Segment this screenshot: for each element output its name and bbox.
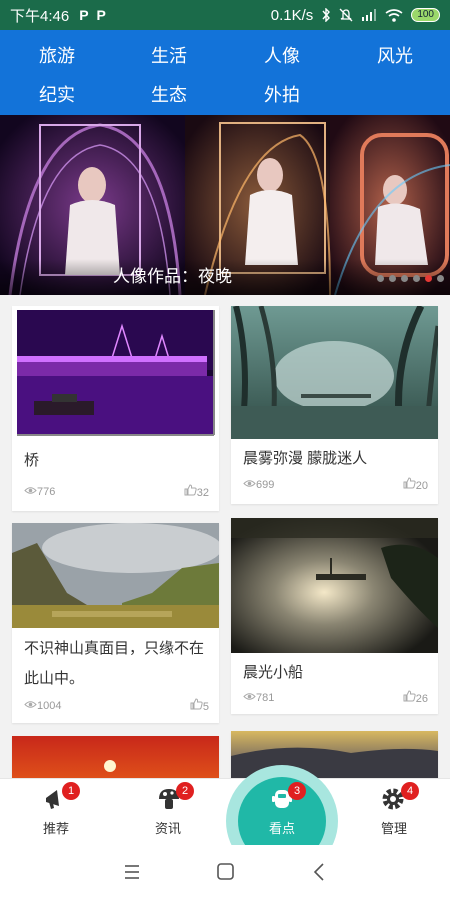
card-title: 桥 <box>24 452 40 469</box>
photo-card[interactable]: 晨雾弥漫 朦胧迷人 699 20 <box>231 306 438 504</box>
category-item[interactable]: 生活 <box>151 42 241 68</box>
status-bar: 下午4:46 P P 0.1K/s 100 <box>0 0 450 30</box>
banner-caption: 人像作品：夜晚 <box>113 267 232 286</box>
status-time: 下午4:46 <box>10 7 70 25</box>
card-title: 晨雾弥漫 朦胧迷人 <box>243 450 368 467</box>
tab-label: 管理 <box>380 821 407 836</box>
carousel-dot[interactable] <box>389 275 396 282</box>
carousel-dot[interactable] <box>413 275 420 282</box>
thumbs-up-icon <box>184 484 197 496</box>
notification-p-icon: P <box>96 7 106 23</box>
category-item[interactable]: 风光 <box>377 42 450 68</box>
eye-icon <box>24 486 37 494</box>
eye-icon <box>24 700 37 708</box>
tab-news[interactable]: 2 资讯 <box>112 778 224 845</box>
view-count: 1004 <box>24 700 61 712</box>
photo-card[interactable] <box>12 736 219 778</box>
signal-icon <box>362 9 377 21</box>
like-count[interactable]: 20 <box>403 477 428 492</box>
carousel-dot-active[interactable] <box>425 275 432 282</box>
eye-icon <box>243 479 256 487</box>
back-icon[interactable] <box>304 859 334 885</box>
category-item[interactable]: 旅游 <box>39 42 129 68</box>
card-title: 不识神山真面目，只缘不在此山中。 <box>24 640 205 687</box>
view-count: 699 <box>243 479 274 491</box>
photo-thumbnail <box>231 306 438 439</box>
card-title: 晨光小船 <box>243 664 304 681</box>
thumbs-up-icon <box>403 690 416 702</box>
like-count[interactable]: 5 <box>190 698 209 713</box>
view-count: 776 <box>24 486 55 498</box>
category-item[interactable]: 外拍 <box>264 81 354 107</box>
category-item[interactable]: 纪实 <box>39 81 129 107</box>
tab-badge: 2 <box>176 782 194 800</box>
tab-label: 推荐 <box>42 821 69 836</box>
photo-thumbnail <box>12 736 219 778</box>
network-speed: 0.1K/s <box>270 6 314 24</box>
carousel-dot[interactable] <box>377 275 384 282</box>
card-meta: 1004 5 <box>24 698 209 713</box>
card-meta: 776 32 <box>24 484 209 499</box>
tab-recommend[interactable]: 1 推荐 <box>0 778 112 845</box>
tab-label: 看点 <box>268 821 295 836</box>
banner-carousel[interactable]: 人像作品：夜晚 <box>0 115 450 295</box>
category-item[interactable]: 生态 <box>151 81 241 107</box>
photo-thumbnail <box>12 306 219 443</box>
mute-icon <box>339 8 353 22</box>
view-count: 781 <box>243 692 274 704</box>
category-nav: 旅游 生活 人像 风光 纪实 生态 外拍 <box>0 30 450 115</box>
card-meta: 781 26 <box>243 690 428 705</box>
photo-grid: 桥 776 32 晨雾弥漫 朦胧迷人 699 20 不识神山真面目，只缘不在此山… <box>0 295 450 778</box>
tab-badge: 4 <box>401 782 419 800</box>
thumbs-up-icon <box>190 698 203 710</box>
like-count[interactable]: 32 <box>184 484 209 499</box>
notification-p-icon: P <box>79 7 89 23</box>
system-nav-bar <box>0 845 450 900</box>
thumbs-up-icon <box>403 477 416 489</box>
banner-dots <box>377 275 444 282</box>
eye-icon <box>243 692 256 700</box>
carousel-dot[interactable] <box>401 275 408 282</box>
photo-card[interactable]: 不识神山真面目，只缘不在此山中。 1004 5 <box>12 523 219 723</box>
tab-badge: 3 <box>288 782 306 800</box>
wifi-icon <box>385 8 403 22</box>
tab-manage[interactable]: 4 管理 <box>338 778 450 845</box>
photo-card[interactable]: 桥 776 32 <box>12 306 219 511</box>
tab-label: 资讯 <box>154 821 181 836</box>
card-meta: 699 20 <box>243 477 428 492</box>
home-icon[interactable] <box>210 859 240 885</box>
bluetooth-icon <box>322 8 331 22</box>
carousel-dot[interactable] <box>437 275 444 282</box>
photo-card[interactable]: 晨光小船 781 26 <box>231 518 438 714</box>
category-item[interactable]: 人像 <box>264 42 354 68</box>
photo-thumbnail <box>231 518 438 653</box>
battery-indicator: 100 <box>411 8 440 22</box>
tab-badge: 1 <box>62 782 80 800</box>
like-count[interactable]: 26 <box>403 690 428 705</box>
menu-icon[interactable] <box>117 859 147 885</box>
photo-thumbnail <box>12 523 219 628</box>
tab-highlights[interactable]: 3 看点 <box>226 778 338 845</box>
